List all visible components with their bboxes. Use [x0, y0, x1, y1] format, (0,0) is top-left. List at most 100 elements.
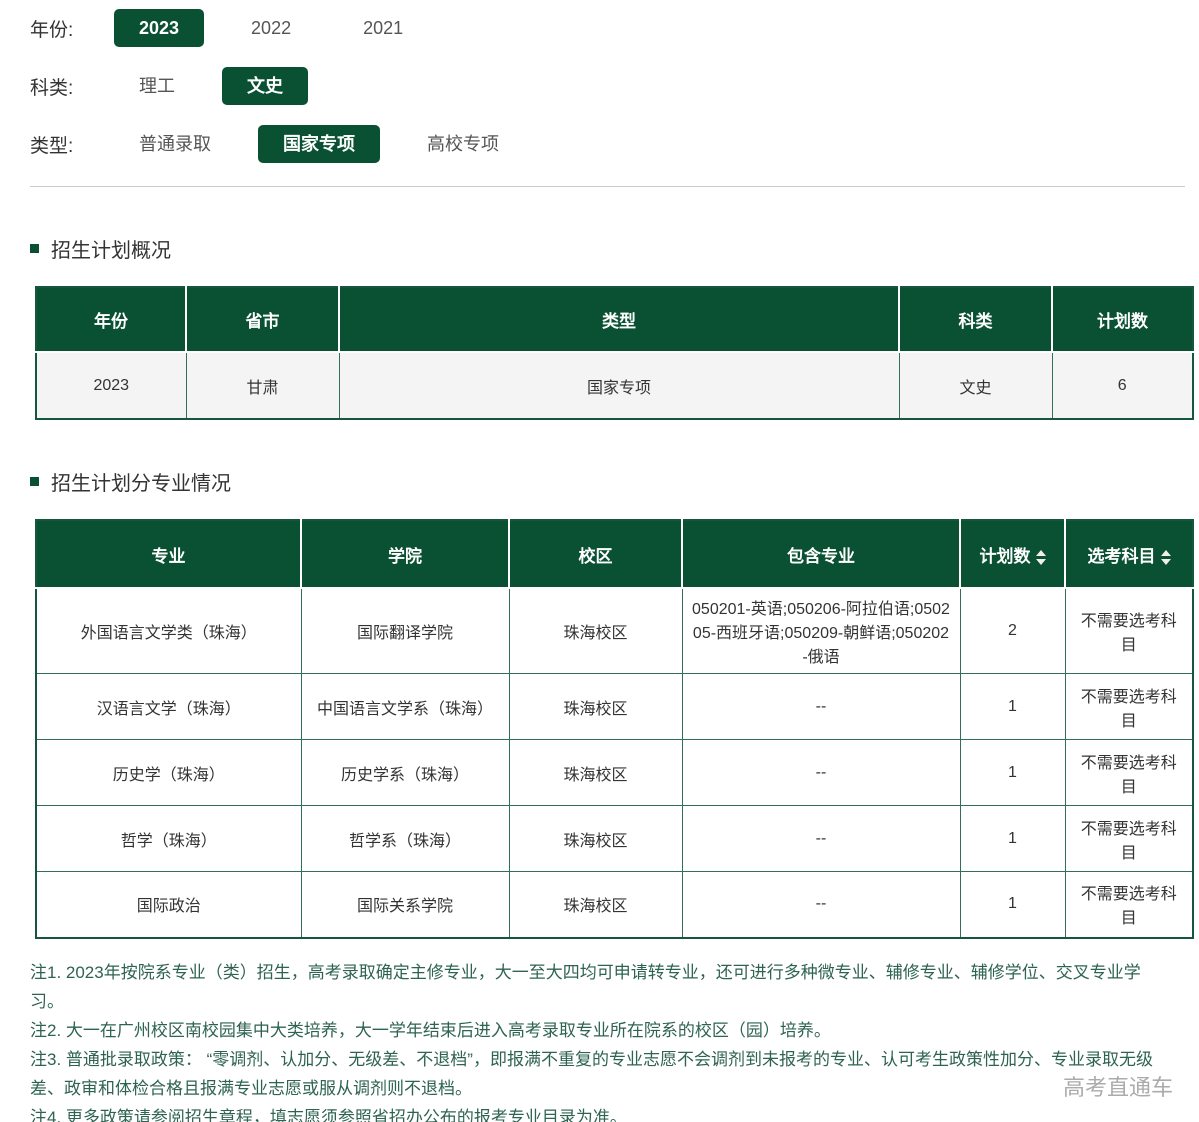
column-header-label: 校区 — [579, 547, 613, 566]
table-row: 国际政治国际关系学院珠海校区--1不需要选考科目 — [36, 872, 1193, 938]
cell: 甘肃 — [186, 352, 339, 419]
column-header-label: 类型 — [602, 312, 636, 331]
cell: 历史学（珠海） — [36, 740, 301, 806]
cell: 珠海校区 — [509, 740, 682, 806]
filter-option-2021[interactable]: 2021 — [338, 9, 428, 47]
column-header-5: 计划数 — [1052, 287, 1193, 352]
column-header-label: 专业 — [152, 547, 186, 566]
majors-table: 专业 学院 校区 包含专业 计划数 选考科目 外国语言文学类（珠海）国际翻译学院珠海校区0… — [35, 519, 1194, 939]
cell: 中国语言文学系（珠海） — [301, 674, 509, 740]
cell: 1 — [960, 740, 1065, 806]
filter-label: 类型: — [30, 131, 114, 158]
cell: 不需要选考科目 — [1065, 588, 1193, 674]
table-row: 外国语言文学类（珠海）国际翻译学院珠海校区050201-英语;050206-阿拉… — [36, 588, 1193, 674]
filter-option-普通录取[interactable]: 普通录取 — [114, 125, 236, 163]
header-row: 专业 学院 校区 包含专业 计划数 选考科目 — [36, 520, 1193, 588]
column-header-2: 省市 — [186, 287, 339, 352]
column-header-label: 学院 — [388, 547, 422, 566]
column-header-1: 年份 — [36, 287, 186, 352]
cell: 国际政治 — [36, 872, 301, 938]
note: 注1. 2023年按院系专业（类）招生，高考录取确定主修专业，大一至大四均可申请… — [30, 958, 1169, 1016]
cell: 不需要选考科目 — [1065, 674, 1193, 740]
section-title-text: 招生计划概况 — [51, 234, 171, 263]
table-row: 历史学（珠海）历史学系（珠海）珠海校区--1不需要选考科目 — [36, 740, 1193, 806]
filter-row-type: 类型:普通录取国家专项高校专项 — [30, 124, 1199, 164]
sort-up-icon — [1036, 550, 1046, 556]
column-header-label: 计划数 — [980, 547, 1031, 566]
sort-down-icon — [1036, 559, 1046, 565]
cell: 哲学系（珠海） — [301, 806, 509, 872]
majors-table-body: 外国语言文学类（珠海）国际翻译学院珠海校区050201-英语;050206-阿拉… — [36, 588, 1193, 938]
note: 注2. 大一在广州校区南校园集中大类培养，大一学年结束后进入高考录取专业所在院系… — [30, 1016, 1169, 1045]
filter-option-2023[interactable]: 2023 — [114, 9, 204, 47]
table-row: 哲学（珠海）哲学系（珠海）珠海校区--1不需要选考科目 — [36, 806, 1193, 872]
column-header-label: 计划数 — [1097, 312, 1148, 331]
notes: 注1. 2023年按院系专业（类）招生，高考录取确定主修专业，大一至大四均可申请… — [30, 958, 1169, 1122]
overview-table: 年份 省市 类型 科类 计划数 2023甘肃国家专项文史6 — [35, 286, 1194, 420]
filter-option-理工[interactable]: 理工 — [114, 67, 200, 105]
column-header-3: 类型 — [339, 287, 899, 352]
column-header-label: 选考科目 — [1088, 547, 1156, 566]
cell: -- — [682, 740, 960, 806]
filter-option-国家专项[interactable]: 国家专项 — [258, 125, 380, 163]
cell: 国家专项 — [339, 352, 899, 419]
cell: 国际关系学院 — [301, 872, 509, 938]
sort-icon[interactable] — [1036, 550, 1046, 565]
column-header-label: 科类 — [959, 312, 993, 331]
filter-row-year: 年份:2023 2022 2021 — [30, 8, 1199, 48]
overview-table-head: 年份 省市 类型 科类 计划数 — [36, 287, 1193, 352]
cell: -- — [682, 806, 960, 872]
table-row: 汉语言文学（珠海）中国语言文学系（珠海）珠海校区--1不需要选考科目 — [36, 674, 1193, 740]
cell: -- — [682, 674, 960, 740]
header-row: 年份 省市 类型 科类 计划数 — [36, 287, 1193, 352]
cell: 2023 — [36, 352, 186, 419]
cell: 珠海校区 — [509, 674, 682, 740]
column-header-2: 学院 — [301, 520, 509, 588]
table-row: 2023甘肃国家专项文史6 — [36, 352, 1193, 419]
cell: 汉语言文学（珠海） — [36, 674, 301, 740]
cell: 历史学系（珠海） — [301, 740, 509, 806]
sort-up-icon — [1161, 550, 1171, 556]
sort-icon[interactable] — [1161, 550, 1171, 565]
cell: 文史 — [899, 352, 1052, 419]
cell: 1 — [960, 674, 1065, 740]
filters: 年份:202320222021科类:理工文史类型:普通录取国家专项高校专项 — [0, 0, 1199, 164]
cell: 2 — [960, 588, 1065, 674]
filter-row-category: 科类:理工文史 — [30, 66, 1199, 106]
filter-label: 年份: — [30, 15, 114, 42]
cell: 1 — [960, 806, 1065, 872]
cell: 珠海校区 — [509, 588, 682, 674]
majors-table-head: 专业 学院 校区 包含专业 计划数 选考科目 — [36, 520, 1193, 588]
majors-section-title: 招生计划分专业情况 — [30, 467, 1199, 496]
cell: 不需要选考科目 — [1065, 872, 1193, 938]
column-header-1: 专业 — [36, 520, 301, 588]
column-header-6[interactable]: 选考科目 — [1065, 520, 1193, 588]
sort-down-icon — [1161, 559, 1171, 565]
note: 注3. 普通批录取政策： “零调剂、认加分、无级差、不退档”，即报满不重复的专业… — [30, 1045, 1169, 1103]
cell: 哲学（珠海） — [36, 806, 301, 872]
watermark: 高考直通车 — [1063, 1070, 1173, 1102]
cell: 不需要选考科目 — [1065, 740, 1193, 806]
column-header-3: 校区 — [509, 520, 682, 588]
cell: 不需要选考科目 — [1065, 806, 1193, 872]
section-title-text: 招生计划分专业情况 — [51, 467, 231, 496]
column-header-label: 年份 — [94, 312, 128, 331]
note: 注4. 更多政策请参阅招生章程，填志愿须参照省招办公布的报考专业目录为准。 — [30, 1103, 1169, 1122]
cell: -- — [682, 872, 960, 938]
column-header-label: 包含专业 — [787, 547, 855, 566]
cell: 珠海校区 — [509, 806, 682, 872]
cell: 050201-英语;050206-阿拉伯语;050205-西班牙语;050209… — [682, 588, 960, 674]
admission-plan-page: 年份:202320222021科类:理工文史类型:普通录取国家专项高校专项 招生… — [0, 0, 1199, 1122]
cell: 国际翻译学院 — [301, 588, 509, 674]
overview-section-title: 招生计划概况 — [30, 234, 1199, 263]
filter-option-文史[interactable]: 文史 — [222, 67, 308, 105]
filter-option-2022[interactable]: 2022 — [226, 9, 316, 47]
filter-label: 科类: — [30, 73, 114, 100]
cell: 珠海校区 — [509, 872, 682, 938]
cell: 6 — [1052, 352, 1193, 419]
cell: 1 — [960, 872, 1065, 938]
column-header-5[interactable]: 计划数 — [960, 520, 1065, 588]
filter-option-高校专项[interactable]: 高校专项 — [402, 125, 524, 163]
column-header-label: 省市 — [246, 312, 280, 331]
square-bullet-icon — [30, 244, 39, 253]
